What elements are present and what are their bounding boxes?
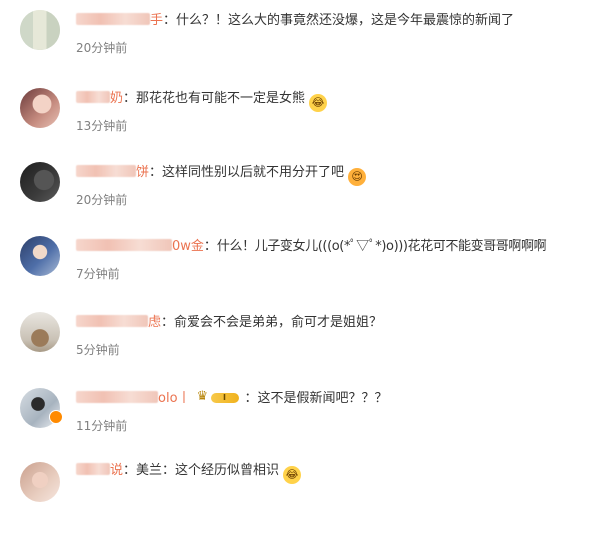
- avatar[interactable]: [20, 88, 60, 128]
- timestamp: 7分钟前: [76, 267, 120, 281]
- timestamp: 20分钟前: [76, 193, 128, 207]
- colon: ：: [163, 13, 177, 28]
- comment-text: 什么？！这么大的事竟然还没爆，这是今年最震惊的新闻了: [176, 13, 515, 28]
- username[interactable]: 说: [110, 463, 123, 478]
- comment-text: 这不是假新闻吧？？？: [257, 391, 388, 406]
- username[interactable]: 0w金: [172, 239, 204, 254]
- blurred-username: [76, 239, 172, 251]
- username[interactable]: 饼: [136, 165, 149, 180]
- comment-line: 0w金：什么！儿子变女儿(((o(*ﾟ▽ﾟ*)o)))花花可不能变哥哥啊啊啊: [76, 238, 547, 256]
- colon: ：: [244, 391, 258, 406]
- comment-item: 奶：那花花也有可能不一定是女熊 😂 13分钟前: [0, 78, 600, 158]
- timestamp: 20分钟前: [76, 41, 128, 55]
- comment-line: 手：什么？！这么大的事竟然还没爆，这是今年最震惊的新闻了: [76, 12, 514, 30]
- verified-badge-icon: [49, 410, 63, 424]
- comment-text: 那花花也有可能不一定是女熊: [136, 91, 306, 106]
- avatar[interactable]: [20, 312, 60, 352]
- colon: ：: [149, 165, 163, 180]
- colon: ：: [123, 463, 137, 478]
- avatar[interactable]: [20, 162, 60, 202]
- username[interactable]: 奶: [110, 91, 123, 106]
- comment-item: 饼：这样同性别以后就不用分开了吧 😍 20分钟前: [0, 152, 600, 232]
- blurred-username: [76, 165, 136, 177]
- comment-line: 饼：这样同性别以后就不用分开了吧 😍: [76, 164, 367, 186]
- username[interactable]: olo丨: [158, 391, 191, 406]
- comment-item: olo丨 ♛ I ：这不是假新闻吧？？？ 11分钟前: [0, 378, 600, 458]
- blurred-username: [76, 463, 110, 475]
- colon: ：: [161, 315, 175, 330]
- love-emoji-icon: 😍: [348, 168, 367, 186]
- blurred-username: [76, 315, 148, 327]
- crown-icon: ♛: [196, 389, 209, 404]
- colon: ：: [123, 91, 137, 106]
- timestamp: 11分钟前: [76, 419, 128, 433]
- comment-list: 手：什么？！这么大的事竟然还没爆，这是今年最震惊的新闻了 20分钟前 奶：那花花…: [0, 0, 600, 502]
- timestamp: 5分钟前: [76, 343, 120, 357]
- comment-item: 手：什么？！这么大的事竟然还没爆，这是今年最震惊的新闻了 20分钟前: [0, 0, 600, 80]
- username[interactable]: 手: [150, 13, 163, 28]
- comment-line: 说：美兰：这个经历似曾相识 😂: [76, 462, 302, 484]
- laugh-emoji-icon: 😂: [283, 466, 302, 484]
- badge-level: I: [210, 393, 239, 403]
- comment-line: 奶：那花花也有可能不一定是女熊 😂: [76, 90, 328, 112]
- timestamp: 13分钟前: [76, 119, 128, 133]
- blurred-username: [76, 391, 158, 403]
- comment-item: 说：美兰：这个经历似曾相识 😂: [0, 456, 600, 536]
- comment-text: 俞爱会不会是弟弟，俞可才是姐姐？: [174, 315, 383, 330]
- comment-line: olo丨 ♛ I ：这不是假新闻吧？？？: [76, 390, 388, 412]
- blurred-username: [76, 91, 110, 103]
- colon: ：: [203, 239, 217, 254]
- comment-item: 0w金：什么！儿子变女儿(((o(*ﾟ▽ﾟ*)o)))花花可不能变哥哥啊啊啊 7…: [0, 226, 600, 306]
- comment-text: 什么！儿子变女儿(((o(*ﾟ▽ﾟ*)o)))花花可不能变哥哥啊啊啊: [216, 239, 547, 254]
- blurred-username: [76, 13, 150, 25]
- comment-item: 虑：俞爱会不会是弟弟，俞可才是姐姐？ 5分钟前: [0, 302, 600, 382]
- avatar[interactable]: [20, 462, 60, 502]
- laugh-emoji-icon: 😂: [309, 94, 328, 112]
- avatar[interactable]: [20, 236, 60, 276]
- comment-line: 虑：俞爱会不会是弟弟，俞可才是姐姐？: [76, 314, 382, 332]
- avatar[interactable]: [20, 10, 60, 50]
- vip-badge[interactable]: ♛ I: [197, 390, 241, 412]
- comment-text: 这样同性别以后就不用分开了吧: [162, 165, 345, 180]
- comment-text: 美兰：这个经历似曾相识: [136, 463, 280, 478]
- username[interactable]: 虑: [148, 315, 161, 330]
